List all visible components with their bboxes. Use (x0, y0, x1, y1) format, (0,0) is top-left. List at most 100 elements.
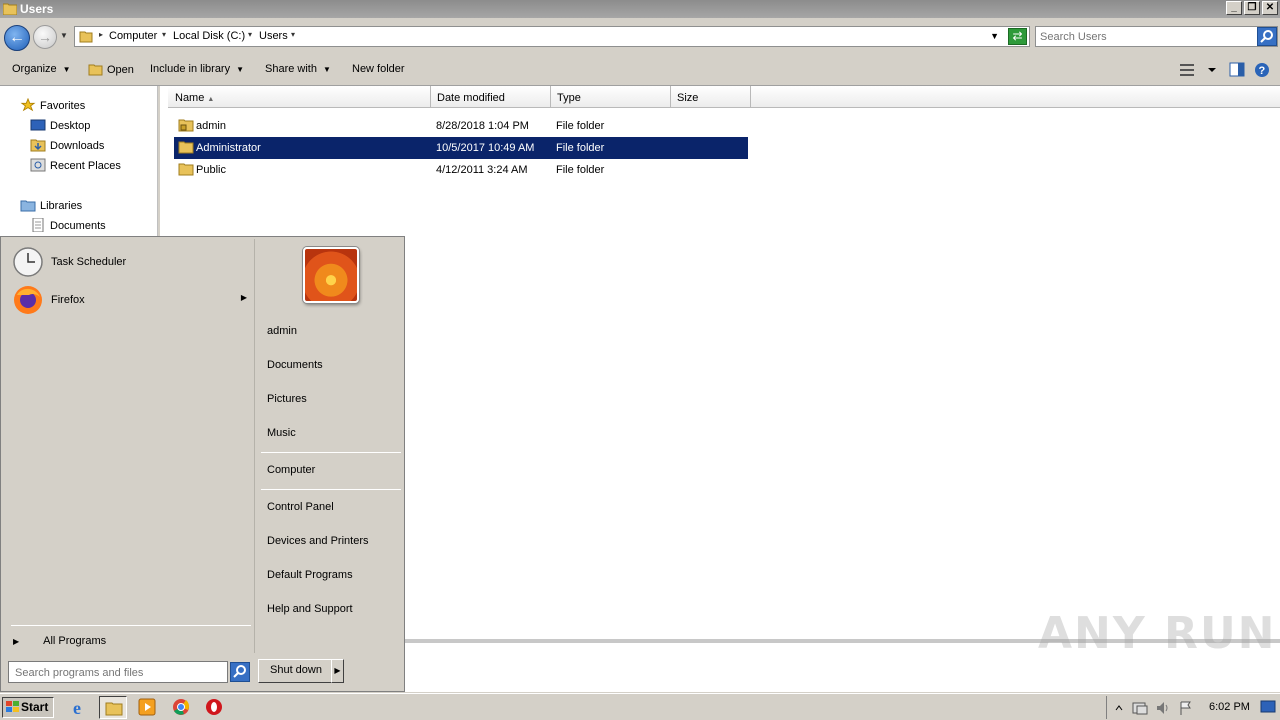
start-link-documents[interactable]: Documents (267, 359, 323, 371)
search-button[interactable] (1257, 27, 1277, 46)
folder-icon (3, 3, 17, 15)
file-type: File folder (556, 142, 605, 154)
svg-text:?: ? (1259, 65, 1266, 77)
folder-icon (105, 702, 123, 716)
downloads-icon (30, 139, 46, 152)
start-item-firefox[interactable]: Firefox ▶ (11, 283, 251, 319)
file-name: Public (196, 164, 226, 176)
minimize-button[interactable]: _ (1226, 1, 1242, 15)
breadcrumb-local-disk[interactable]: Local Disk (C:) (173, 30, 245, 42)
include-in-library-button[interactable]: Include in library ▼ (150, 63, 244, 75)
start-item-label: Task Scheduler (51, 256, 127, 268)
breadcrumb-separator-icon[interactable]: ▸ (99, 30, 103, 39)
restore-button[interactable]: ❐ (1244, 1, 1260, 15)
start-link-default-programs[interactable]: Default Programs (267, 569, 353, 581)
file-row-public[interactable]: Public 4/12/2011 3:24 AM File folder (174, 159, 748, 181)
recent-places-icon (30, 158, 46, 172)
chevron-down-icon: ▼ (322, 65, 331, 74)
start-link-pictures[interactable]: Pictures (267, 393, 307, 405)
start-search-input[interactable] (15, 665, 220, 680)
new-folder-button[interactable]: New folder (352, 63, 405, 75)
column-header-name[interactable]: Name ▲ (168, 86, 431, 108)
breadcrumb-separator-icon[interactable]: ▾ (291, 30, 295, 39)
libraries-icon (20, 200, 36, 212)
nav-desktop-label: Desktop (50, 120, 91, 132)
organize-label: Organize (12, 63, 57, 75)
column-header-type[interactable]: Type (551, 86, 671, 108)
nav-favorites-label: Favorites (40, 100, 86, 112)
start-item-label: Firefox (51, 294, 85, 306)
user-avatar[interactable] (303, 247, 359, 303)
address-bar[interactable]: ▸ Computer ▾ Local Disk (C:) ▾ Users ▾ ▼… (74, 26, 1030, 47)
start-button[interactable]: Start (2, 697, 54, 718)
file-date: 10/5/2017 10:49 AM (436, 142, 535, 154)
all-programs-label: All Programs (43, 635, 107, 647)
window-titlebar[interactable]: Users _ ❐ ✕ (0, 0, 1280, 18)
refresh-button[interactable]: ⇄ (1008, 28, 1027, 45)
tray-icons[interactable] (1111, 700, 1201, 716)
breadcrumb-separator-icon[interactable]: ▾ (248, 30, 252, 39)
places-divider (261, 452, 401, 453)
watermark-logo: ANY RUN (1038, 608, 1277, 659)
open-folder-icon (88, 64, 103, 76)
view-controls: ? (1180, 62, 1270, 81)
start-link-help-support[interactable]: Help and Support (267, 603, 353, 615)
submenu-arrow-icon[interactable]: ▶ (241, 293, 247, 302)
start-link-computer[interactable]: Computer (267, 464, 315, 476)
breadcrumb-computer[interactable]: Computer (109, 30, 157, 42)
taskbar-clock[interactable]: 6:02 PM (1209, 701, 1250, 713)
address-dropdown-icon[interactable]: ▼ (990, 31, 999, 41)
breadcrumb-users[interactable]: Users (259, 30, 288, 42)
column-name-label: Name (175, 92, 205, 104)
search-icon (233, 665, 246, 678)
explorer-taskbar-button[interactable] (99, 696, 127, 719)
open-button[interactable]: Open (88, 63, 134, 76)
nav-libraries-label: Libraries (40, 200, 83, 212)
nav-recent-places-label: Recent Places (50, 160, 121, 172)
recent-pages-dropdown-icon[interactable]: ▼ (60, 31, 68, 40)
show-desktop-icon[interactable] (1260, 700, 1276, 714)
firefox-icon (14, 286, 42, 314)
breadcrumb-separator-icon[interactable]: ▾ (162, 30, 166, 39)
all-programs-button[interactable]: ▶ All Programs (13, 635, 106, 647)
close-button[interactable]: ✕ (1262, 1, 1278, 15)
start-menu: Task Scheduler Firefox ▶ ▶ All Programs a… (0, 236, 405, 692)
share-with-button[interactable]: Share with ▼ (265, 63, 331, 75)
start-link-devices-printers[interactable]: Devices and Printers (267, 535, 369, 547)
file-row-admin[interactable]: admin 8/28/2018 1:04 PM File folder (174, 115, 748, 137)
nav-recent-places[interactable]: Recent Places (30, 158, 121, 172)
search-input[interactable] (1040, 29, 1250, 44)
start-link-admin[interactable]: admin (267, 325, 297, 337)
search-box[interactable] (1035, 26, 1278, 47)
include-label: Include in library (150, 63, 231, 75)
internet-explorer-icon[interactable]: e (70, 698, 90, 716)
forward-button[interactable]: → (33, 25, 57, 49)
nav-libraries[interactable]: Libraries (20, 198, 82, 212)
column-header-empty (751, 86, 1280, 108)
opera-icon[interactable] (204, 698, 224, 716)
media-player-icon[interactable] (137, 698, 157, 716)
search-icon (1260, 30, 1273, 43)
nav-desktop[interactable]: Desktop (30, 118, 90, 132)
start-item-task-scheduler[interactable]: Task Scheduler (11, 245, 251, 281)
chrome-icon[interactable] (171, 698, 191, 716)
start-link-control-panel[interactable]: Control Panel (267, 501, 334, 513)
column-header-size[interactable]: Size (671, 86, 751, 108)
nav-documents[interactable]: Documents (30, 218, 106, 232)
folder-icon (178, 163, 194, 176)
view-options-icon[interactable]: ? (1180, 62, 1270, 78)
organize-button[interactable]: Organize ▼ (12, 63, 71, 75)
column-header-date[interactable]: Date modified (431, 86, 551, 108)
taskbar: Start e 6:02 PM (0, 693, 1280, 720)
file-row-administrator[interactable]: Administrator 10/5/2017 10:49 AM File fo… (174, 137, 748, 159)
star-icon (20, 98, 36, 112)
start-link-music[interactable]: Music (267, 427, 296, 439)
back-button[interactable]: ← (4, 25, 30, 51)
shutdown-options-button[interactable]: ▶ (331, 659, 344, 683)
nav-downloads[interactable]: Downloads (30, 138, 104, 152)
start-search-box[interactable] (8, 661, 228, 683)
triangle-right-icon: ▶ (13, 637, 20, 646)
start-search-button[interactable] (230, 662, 250, 682)
shut-down-button[interactable]: Shut down (258, 659, 334, 683)
nav-favorites[interactable]: Favorites (20, 98, 85, 112)
